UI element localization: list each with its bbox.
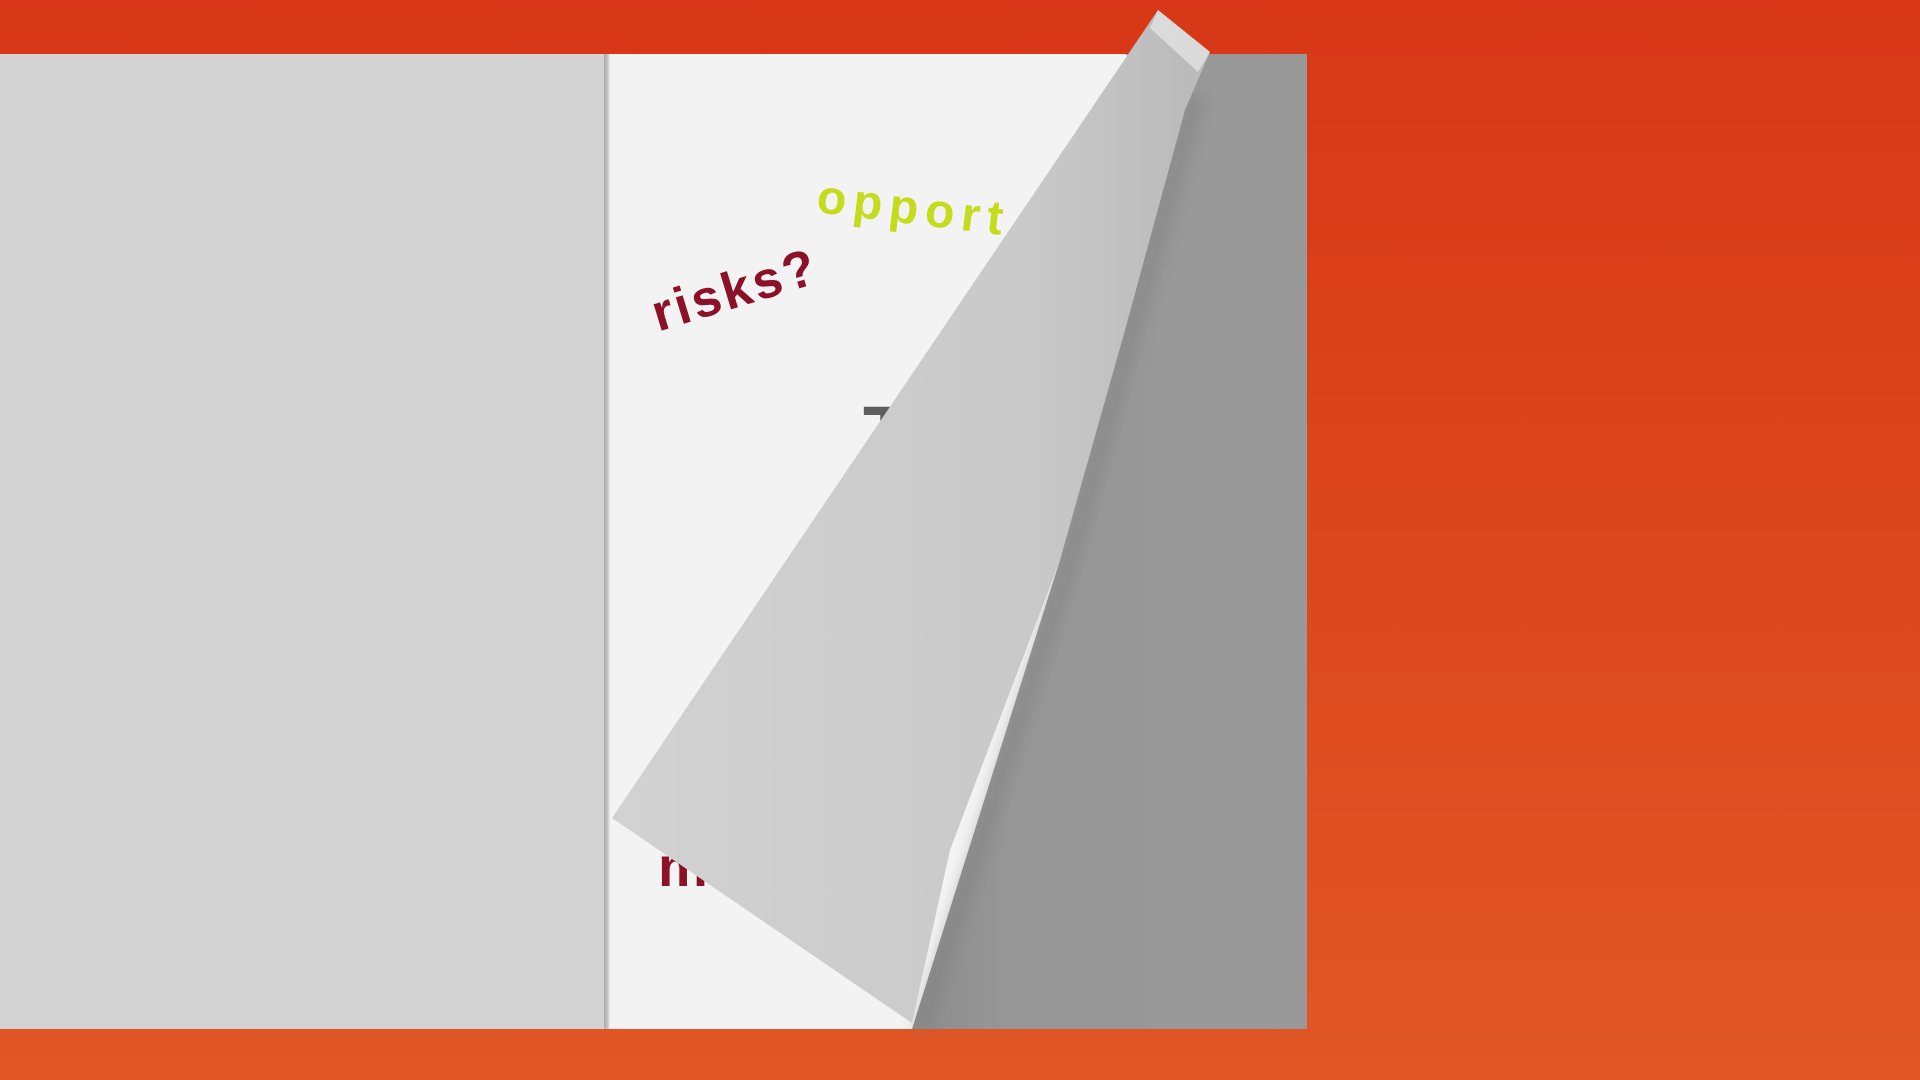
- right-page[interactable]: opport risks? Thr of ntists m: [610, 54, 1307, 1029]
- page-title: Thr of ntists: [752, 396, 1272, 538]
- left-page: [0, 54, 604, 1029]
- word-risks: risks?: [644, 237, 826, 344]
- title-line-2-end: ntists: [1074, 459, 1272, 542]
- word-bottom: m: [658, 835, 710, 898]
- title-line-2: ntists: [752, 464, 1272, 538]
- title-line-1-start: Thr: [862, 391, 983, 474]
- title-line-1: Thr of: [752, 396, 1272, 470]
- word-opport: opport: [814, 170, 1014, 247]
